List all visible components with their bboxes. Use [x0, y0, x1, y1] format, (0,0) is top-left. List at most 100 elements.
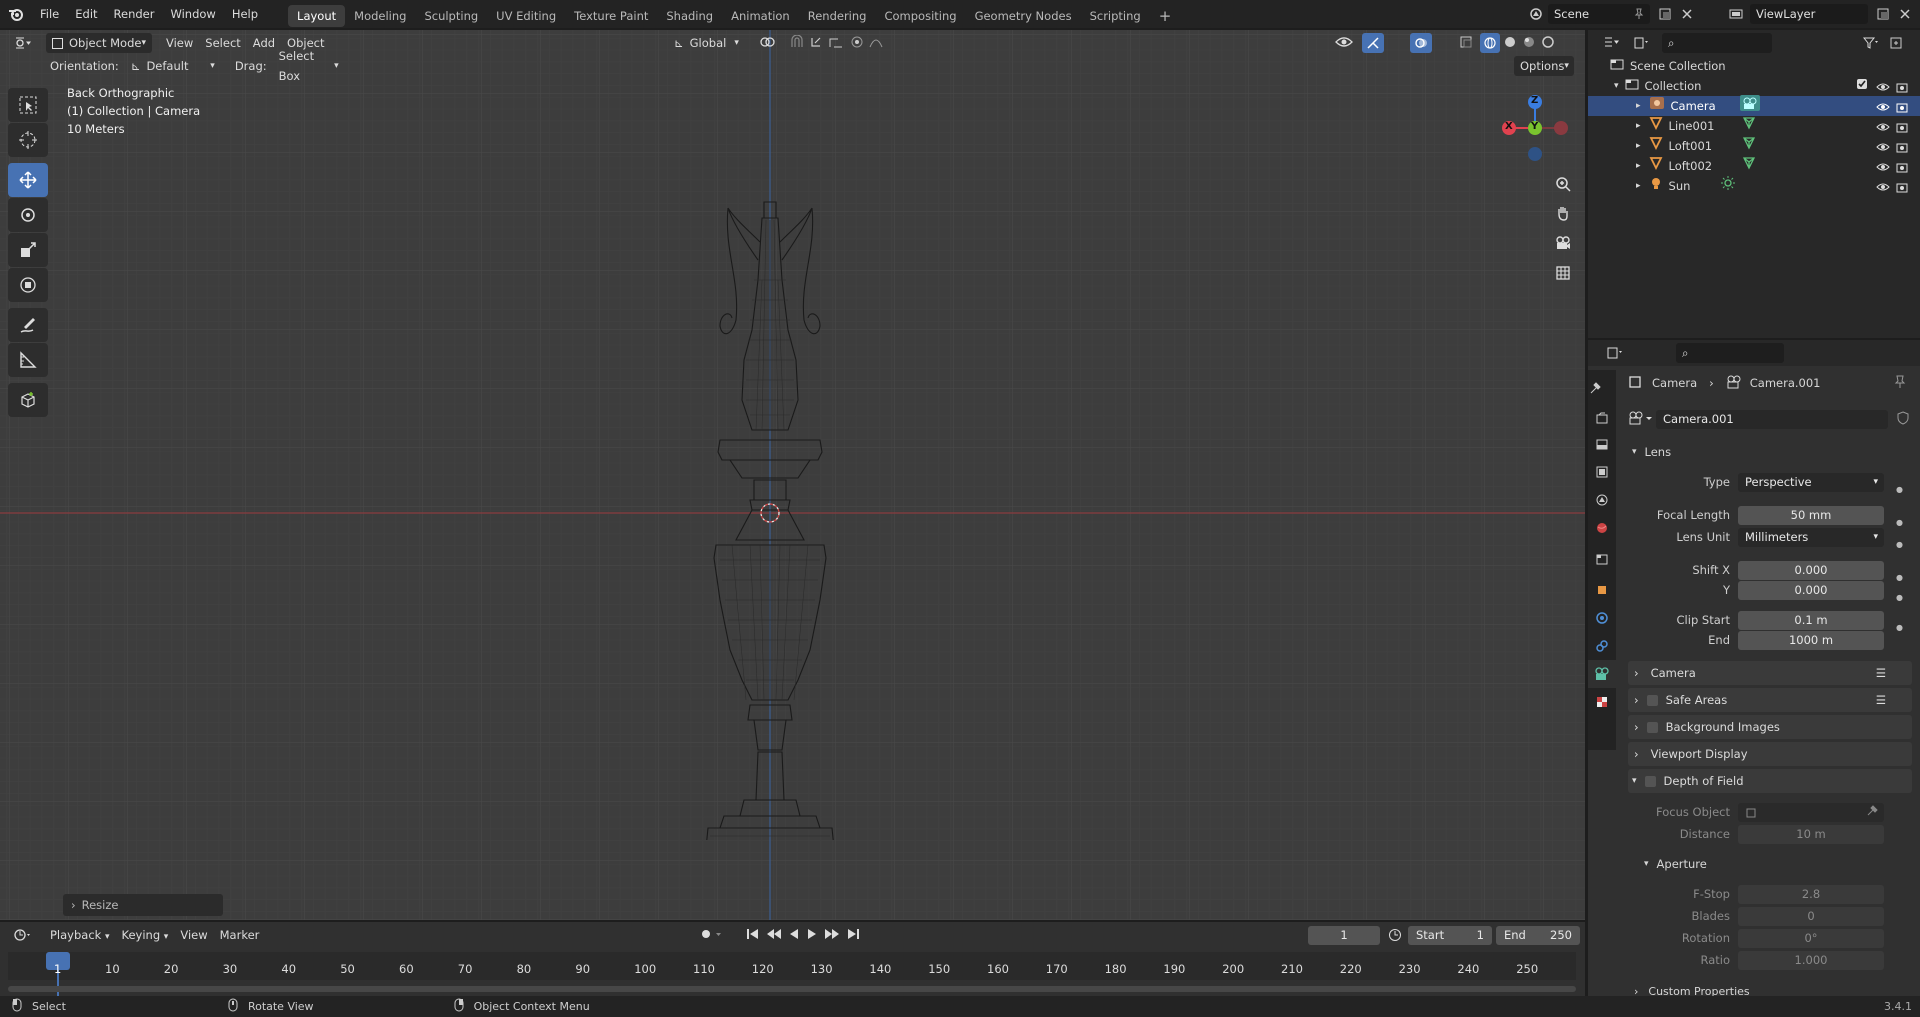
menu-select[interactable]: Select: [199, 33, 246, 53]
keying-menu[interactable]: Keying ▾: [116, 925, 175, 945]
delete-view-layer-icon[interactable]: [1894, 8, 1916, 20]
output-tab-icon[interactable]: [1588, 430, 1616, 458]
render-camera-icon[interactable]: [1896, 181, 1908, 196]
last-operator-panel[interactable]: › Resize: [63, 894, 223, 916]
menu-render[interactable]: Render: [106, 0, 163, 28]
rotation-field[interactable]: 0°: [1738, 929, 1884, 948]
eye-icon[interactable]: [1876, 161, 1890, 175]
render-camera-icon[interactable]: [1896, 141, 1908, 156]
eye-icon[interactable]: [1876, 181, 1890, 195]
expand-chevron-icon[interactable]: ▸: [1636, 136, 1641, 156]
list-menu-icon[interactable]: ☰: [1876, 688, 1886, 712]
background-images-checkbox[interactable]: [1646, 721, 1658, 733]
timeline-scrollbar[interactable]: [8, 986, 1576, 992]
aperture-subpanel-header[interactable]: ▾ Aperture: [1644, 854, 1707, 874]
xray-toggle-icon[interactable]: [1456, 35, 1476, 49]
camera-view-icon[interactable]: [1550, 228, 1576, 258]
scene-icon[interactable]: [1524, 7, 1548, 21]
safe-areas-checkbox[interactable]: [1646, 694, 1658, 706]
gizmo-toggle-icon[interactable]: [1362, 33, 1384, 53]
render-camera-icon[interactable]: [1896, 81, 1908, 96]
eye-icon[interactable]: [1876, 121, 1890, 135]
scale-tool[interactable]: [8, 233, 48, 267]
tab-modeling[interactable]: Modeling: [345, 5, 415, 27]
overlays-toggle-icon[interactable]: [1410, 33, 1432, 53]
breadcrumb-object[interactable]: Camera: [1652, 376, 1697, 390]
tool-tab-icon[interactable]: [1588, 376, 1602, 400]
tab-layout[interactable]: Layout: [288, 4, 346, 27]
material-shading-icon[interactable]: [1519, 35, 1539, 49]
3d-viewport[interactable]: Back Orthographic (1) Collection | Camer…: [0, 30, 1585, 920]
fstop-field[interactable]: 2.8: [1738, 885, 1884, 904]
delete-scene-icon[interactable]: [1676, 8, 1698, 20]
mesh-data-icon[interactable]: [1742, 156, 1756, 176]
vase-wireframe-object[interactable]: [670, 160, 870, 840]
render-camera-icon[interactable]: [1896, 121, 1908, 136]
tab-rendering[interactable]: Rendering: [799, 5, 876, 27]
outliner-row-loft002[interactable]: ▸ Loft002: [1588, 156, 1920, 176]
outliner-row-line001[interactable]: ▸ Line001: [1588, 116, 1920, 136]
camera-type-dropdown[interactable]: Perspective ▾: [1738, 473, 1884, 492]
keyframe-dot-icon[interactable]: ●: [1896, 535, 1903, 568]
expand-chevron-icon[interactable]: ▸: [1636, 96, 1641, 116]
fake-user-shield-icon[interactable]: [1896, 410, 1910, 428]
properties-search-input[interactable]: ⌕: [1676, 343, 1784, 363]
navigation-gizmo[interactable]: Z Y X: [1490, 88, 1574, 172]
play-icon[interactable]: [806, 928, 818, 943]
depth-of-field-subpanel[interactable]: ▾ Depth of Field: [1628, 769, 1912, 793]
background-images-subpanel[interactable]: › Background Images: [1628, 715, 1912, 739]
end-frame-field[interactable]: End 250: [1496, 926, 1580, 945]
ortho-grid-icon[interactable]: [1550, 258, 1576, 288]
outliner-collection-row[interactable]: ▾ Collection: [1588, 76, 1920, 96]
drag-dropdown[interactable]: Select Box ▾: [273, 49, 345, 83]
display-mode-icon[interactable]: [1626, 36, 1656, 50]
measure-tool[interactable]: [8, 343, 48, 377]
menu-help[interactable]: Help: [224, 0, 266, 28]
properties-editor-icon[interactable]: [1600, 346, 1630, 360]
marker-menu[interactable]: Marker: [214, 925, 266, 945]
timeline-view-menu[interactable]: View: [174, 925, 213, 945]
menu-edit[interactable]: Edit: [67, 0, 105, 28]
camera-subpanel[interactable]: › Camera ☰: [1628, 661, 1912, 685]
mesh-data-icon[interactable]: [1742, 136, 1756, 156]
current-frame-field[interactable]: 1: [1308, 926, 1380, 945]
wireframe-shading-icon[interactable]: [1480, 33, 1500, 53]
tab-shading[interactable]: Shading: [657, 5, 722, 27]
jump-keyframe-forward-icon[interactable]: [824, 928, 840, 943]
menu-view[interactable]: View: [160, 33, 199, 53]
record-keyframe-icon[interactable]: [700, 928, 724, 940]
playback-menu[interactable]: Playback ▾: [44, 925, 116, 945]
focus-object-field[interactable]: [1738, 803, 1884, 822]
new-collection-icon[interactable]: [1886, 36, 1906, 50]
pan-hand-icon[interactable]: [1550, 198, 1576, 228]
move-tool[interactable]: [8, 163, 48, 197]
exclude-checkbox[interactable]: [1856, 76, 1868, 96]
keyframe-dot-icon[interactable]: ●: [1896, 588, 1903, 618]
shift-x-field[interactable]: 0.000: [1738, 561, 1884, 580]
expand-chevron-icon[interactable]: ▸: [1636, 156, 1641, 176]
menu-window[interactable]: Window: [162, 0, 223, 28]
visibility-eye-icon[interactable]: [1330, 35, 1358, 49]
transform-tool[interactable]: [8, 268, 48, 302]
add-workspace-button[interactable]: +: [1150, 5, 1181, 27]
mesh-data-icon[interactable]: [1742, 116, 1756, 136]
rendered-shading-icon[interactable]: [1538, 35, 1558, 49]
pin-icon[interactable]: [1630, 8, 1648, 20]
zoom-icon[interactable]: [1550, 170, 1576, 198]
proportional-edit-icon[interactable]: [848, 35, 892, 49]
menu-add[interactable]: Add: [247, 33, 281, 53]
view-layer-icon[interactable]: [1722, 7, 1750, 21]
camera-data-tab-icon[interactable]: [1588, 660, 1616, 688]
keyframe-dot-icon[interactable]: ●: [1896, 513, 1903, 535]
expand-chevron-icon[interactable]: ▸: [1636, 116, 1641, 136]
keyframe-dot-icon[interactable]: ●: [1896, 568, 1903, 588]
expand-chevron-icon[interactable]: ▸: [1636, 176, 1641, 196]
preview-range-clock-icon[interactable]: [1388, 928, 1402, 942]
keyframe-dot-icon[interactable]: ●: [1896, 480, 1903, 513]
pivot-point-icon[interactable]: [754, 35, 782, 49]
shift-y-field[interactable]: 0.000: [1738, 581, 1884, 600]
pin-icon[interactable]: [1894, 375, 1906, 392]
breadcrumb-data[interactable]: Camera.001: [1750, 376, 1821, 390]
camera-datablock-icon[interactable]: [1628, 411, 1654, 428]
mode-selector[interactable]: Object Mode ▾: [46, 33, 152, 53]
